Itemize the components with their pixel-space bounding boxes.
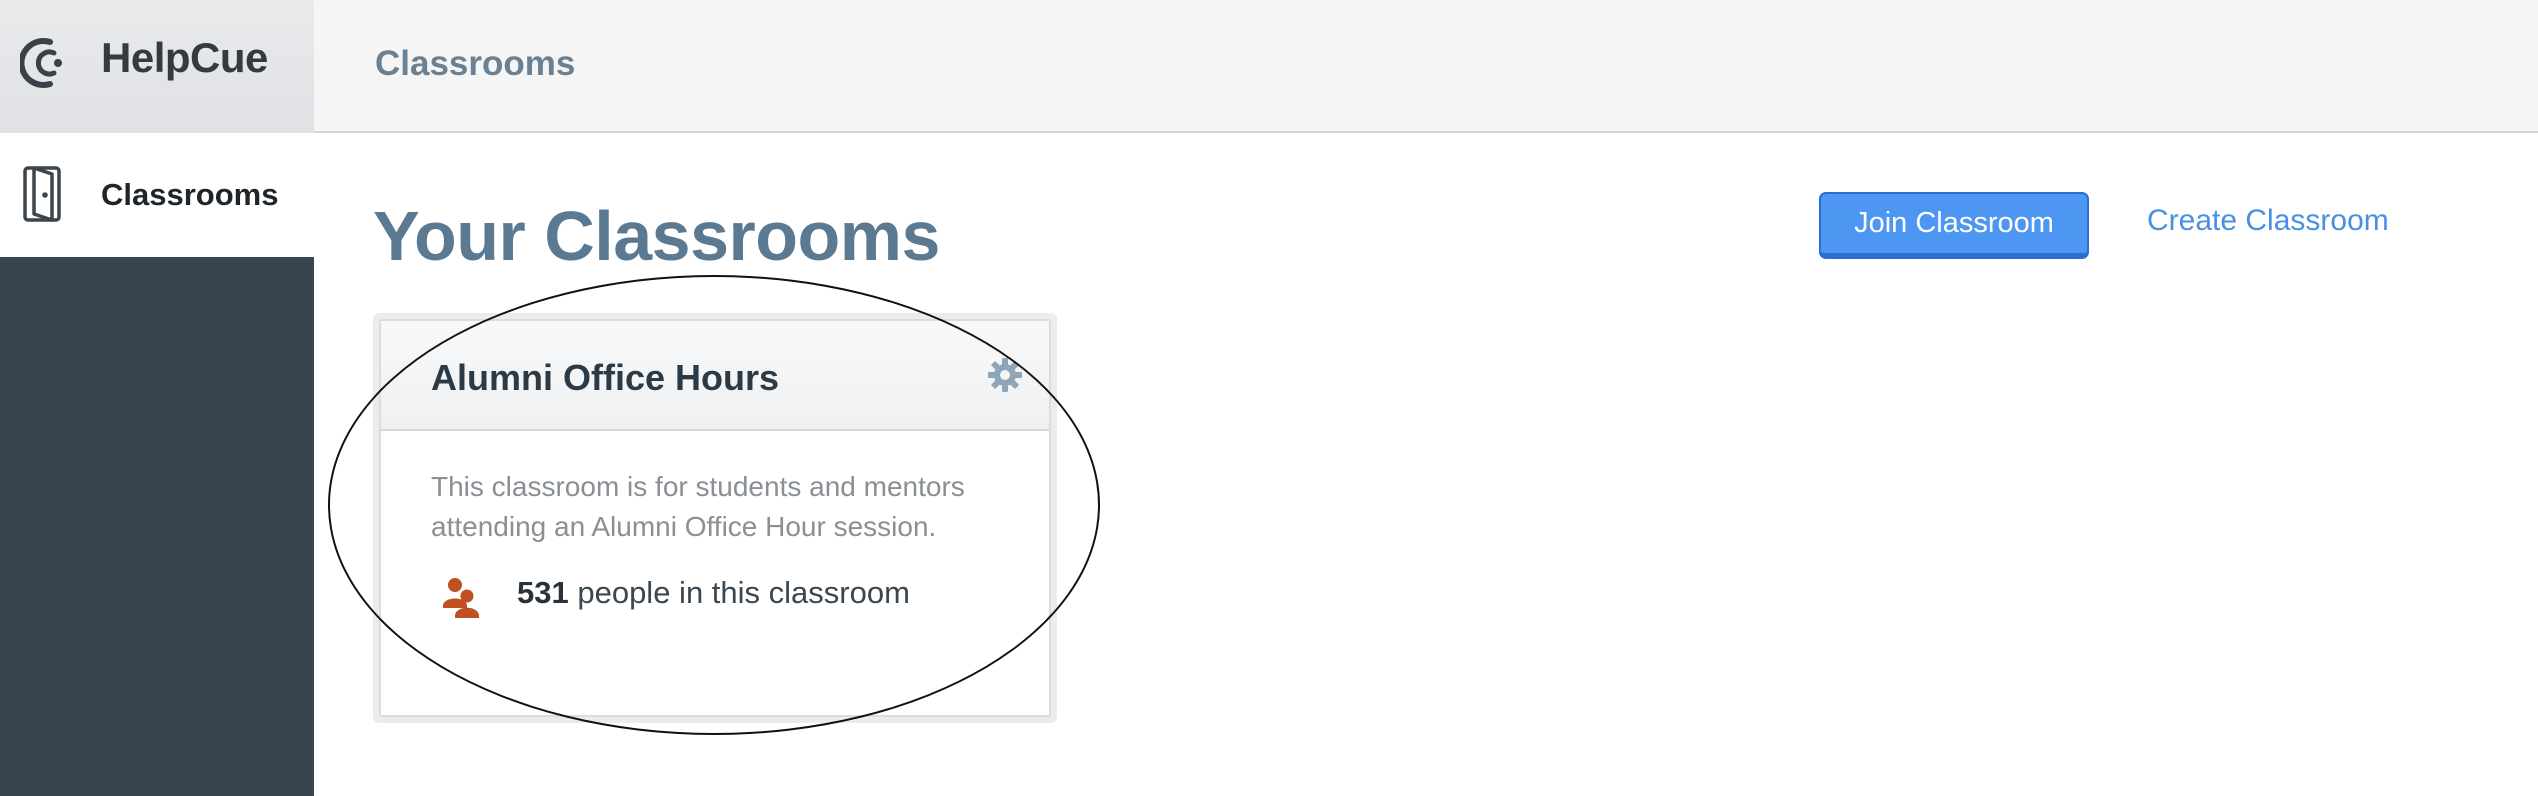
brand-header[interactable]: HelpCue — [0, 0, 314, 133]
sidebar-item-classrooms[interactable]: Classrooms — [0, 133, 314, 257]
join-classroom-button[interactable]: Join Classroom — [1819, 192, 2089, 259]
classroom-description: This classroom is for students and mento… — [431, 471, 965, 542]
helpcue-logo-icon — [20, 38, 62, 88]
gear-icon[interactable] — [987, 357, 1023, 393]
people-count: 531 people in this classroom — [517, 575, 910, 611]
people-icon — [443, 578, 479, 618]
people-count-label: people in this classroom — [568, 575, 910, 610]
header-title: Classrooms — [375, 44, 576, 83]
classroom-card-header: Alumni Office Hours — [381, 321, 1049, 431]
sidebar-item-label: Classrooms — [101, 177, 279, 212]
classroom-card[interactable]: Alumni Office Hours This classroom is fo… — [379, 319, 1051, 717]
classroom-card-wrapper: Alumni Office Hours This classroom is fo… — [373, 313, 1057, 723]
classroom-name[interactable]: Alumni Office Hours — [431, 357, 779, 399]
sidebar: HelpCue Classrooms — [0, 0, 314, 796]
brand-name: HelpCue — [101, 34, 268, 81]
top-header: Classrooms — [314, 0, 2538, 133]
page-title: Your Classrooms — [373, 197, 940, 275]
create-classroom-link[interactable]: Create Classroom — [2147, 204, 2389, 238]
door-icon — [23, 166, 61, 222]
people-count-number: 531 — [517, 575, 569, 610]
